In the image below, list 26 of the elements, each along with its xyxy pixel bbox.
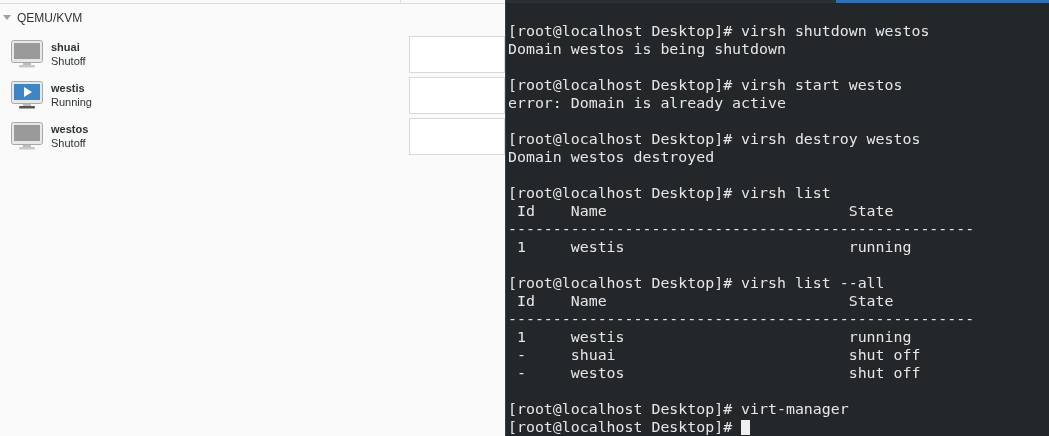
vm-name: westis [51,80,86,95]
terminal-line: [root@localhost Desktop]# virsh list --all [508,274,885,292]
terminal-line: Domain westos is being shutdown [508,40,786,58]
vm-status: Shutoff [51,53,87,69]
terminal-line: Id Name State [515,202,894,220]
terminal-line: 1 westis running [515,238,912,256]
terminal-line: error: Domain is already active [508,94,786,112]
vm-name: westos [51,121,90,136]
vm-name: shuai [51,39,81,54]
vm-status: Running [51,94,93,110]
terminal-line: [root@localhost Desktop]# virsh destroy westos [508,130,921,148]
terminal-line: ---------------------------------------------------- [508,220,975,238]
terminal-line: 1 westis running [515,328,912,346]
terminal-line: [root@localhost Desktop]# virsh shutdown westos [508,22,930,40]
terminal-line: - shuai shut off [515,346,921,364]
vm-status: Shutoff [51,135,87,151]
expander-down-icon[interactable] [3,15,11,21]
terminal-line: [root@localhost Desktop]# virt-manager [508,400,849,418]
terminal-line: [root@localhost Desktop]# [508,418,733,436]
terminal-line: - westos shut off [515,364,921,382]
connection-label[interactable]: QEMU/KVM [17,9,83,27]
terminal-line: [root@localhost Desktop]# virsh list [508,184,831,202]
terminal-line: ---------------------------------------------------- [508,310,975,328]
terminal-line: Domain westos destroyed [508,148,715,166]
terminal-line: Id Name State [515,292,894,310]
terminal-line: [root@localhost Desktop]# virsh start westos [508,76,903,94]
